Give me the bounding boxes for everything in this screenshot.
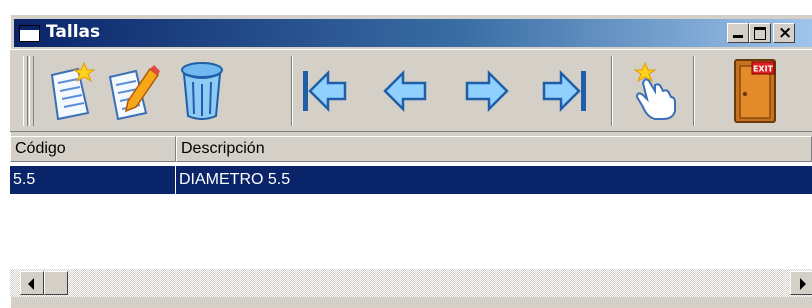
exit-label: EXIT (753, 65, 774, 74)
toolbar: EXIT (10, 49, 812, 132)
new-document-icon (50, 61, 96, 121)
trash-can-icon (181, 62, 223, 120)
window-title: Tallas (46, 22, 101, 42)
column-header-codigo[interactable]: Código (10, 136, 176, 162)
toolbar-separator (291, 56, 293, 126)
column-header-descripcion[interactable]: Descripción (176, 136, 812, 162)
toolbar-grip[interactable] (23, 56, 28, 126)
select-button[interactable] (626, 56, 682, 126)
first-record-icon (303, 69, 347, 113)
previous-record-icon (383, 69, 427, 113)
cell-codigo[interactable]: 5.5 (10, 166, 176, 194)
scroll-left-button[interactable] (20, 271, 44, 295)
toolbar-separator (693, 56, 695, 126)
next-button[interactable] (459, 56, 515, 126)
arrow-right-icon (800, 278, 806, 290)
close-icon: × (778, 23, 793, 43)
toolbar-divider (10, 131, 812, 132)
scroll-right-button[interactable] (790, 271, 812, 295)
exit-door-icon: EXIT (734, 59, 776, 123)
pointing-hand-icon (633, 61, 676, 120)
table-row[interactable]: 5.5 DIAMETRO 5.5 (10, 166, 812, 194)
exit-button[interactable]: EXIT (727, 56, 783, 126)
edit-button[interactable] (104, 56, 160, 126)
first-button[interactable] (296, 56, 352, 126)
last-button[interactable] (537, 56, 593, 126)
next-record-icon (465, 69, 509, 113)
toolbar-separator (611, 56, 613, 126)
arrow-left-icon (28, 278, 34, 290)
title-bar[interactable]: Tallas × (14, 19, 812, 47)
maximize-button[interactable] (749, 23, 771, 43)
minimize-button[interactable] (727, 23, 749, 43)
data-grid[interactable]: 5.5 DIAMETRO 5.5 (10, 162, 812, 269)
horizontal-scrollbar[interactable] (10, 269, 812, 297)
close-button[interactable]: × (773, 23, 795, 43)
toolbar-grip[interactable] (29, 56, 34, 126)
edit-document-icon (108, 65, 160, 121)
cell-descripcion[interactable]: DIAMETRO 5.5 (176, 166, 812, 194)
previous-button[interactable] (377, 56, 433, 126)
last-record-icon (542, 69, 586, 113)
scroll-thumb[interactable] (44, 271, 68, 295)
delete-button[interactable] (174, 56, 230, 126)
window-icon (19, 25, 40, 42)
table-header: Código Descripción (10, 136, 812, 162)
new-button[interactable] (42, 56, 98, 126)
